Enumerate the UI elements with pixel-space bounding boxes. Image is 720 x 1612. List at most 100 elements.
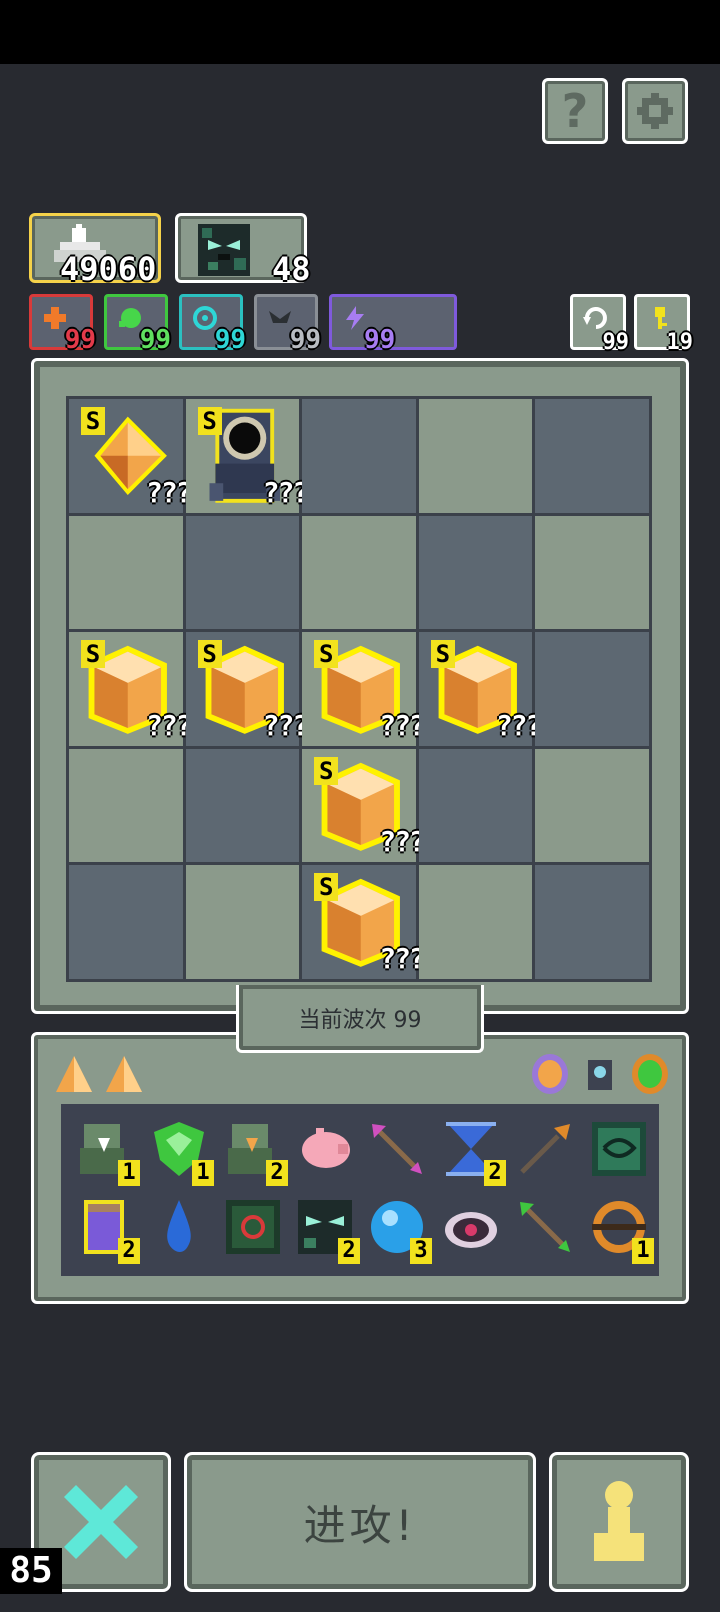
board-cell[interactable] bbox=[535, 865, 649, 979]
spider-icon[interactable] bbox=[578, 1052, 622, 1096]
board-cell[interactable] bbox=[69, 748, 183, 863]
coin-counter: 49060 bbox=[29, 213, 161, 288]
rank-badge: S bbox=[81, 640, 105, 669]
water-drop-icon bbox=[167, 1200, 191, 1252]
pawn-icon bbox=[594, 1481, 644, 1561]
stat-attack[interactable]: 99 bbox=[29, 294, 96, 355]
board-cell[interactable]: S ??? bbox=[302, 865, 426, 979]
profile-button[interactable] bbox=[549, 1452, 689, 1592]
inventory-item[interactable] bbox=[588, 1118, 650, 1180]
inventory-item[interactable] bbox=[366, 1118, 428, 1180]
unknown-label: ??? bbox=[495, 708, 543, 742]
monster-value: 48 bbox=[272, 250, 311, 288]
board-cell[interactable] bbox=[69, 515, 183, 630]
stat-spiral[interactable]: 99 bbox=[179, 294, 246, 355]
spear-icon bbox=[520, 1124, 570, 1174]
stat-wings-value: 99 bbox=[289, 325, 321, 355]
crystal-shard-icon[interactable] bbox=[104, 1054, 144, 1094]
inventory-item[interactable] bbox=[222, 1196, 284, 1258]
item-count: 2 bbox=[484, 1160, 506, 1186]
rank-badge: S bbox=[314, 756, 339, 785]
unknown-label: ??? bbox=[379, 708, 426, 742]
item-count: 1 bbox=[118, 1160, 140, 1186]
unknown-label: ??? bbox=[379, 825, 426, 859]
board-cell[interactable] bbox=[535, 632, 649, 746]
settings-button[interactable] bbox=[622, 78, 688, 144]
monster-counter[interactable]: 48 bbox=[175, 213, 311, 288]
unknown-label: ??? bbox=[262, 475, 310, 509]
inventory-item[interactable] bbox=[294, 1118, 356, 1180]
inventory-item[interactable] bbox=[440, 1196, 502, 1258]
board-cell[interactable] bbox=[185, 515, 300, 630]
rune-tome-icon bbox=[226, 1200, 280, 1254]
stat-wings[interactable]: 99 bbox=[254, 294, 321, 355]
board-cell[interactable] bbox=[185, 865, 300, 979]
board-cell[interactable]: S ??? bbox=[418, 632, 542, 746]
rank-badge: S bbox=[430, 640, 455, 669]
crystal-shard-icon[interactable] bbox=[54, 1054, 94, 1094]
board-cell[interactable] bbox=[418, 399, 533, 513]
board-cell[interactable] bbox=[69, 865, 183, 979]
inventory-item[interactable] bbox=[148, 1196, 210, 1258]
inventory-item[interactable]: 2 bbox=[222, 1118, 288, 1186]
inventory-item[interactable]: 2 bbox=[440, 1118, 506, 1186]
inventory-item[interactable]: 1 bbox=[148, 1118, 214, 1186]
status-bar bbox=[0, 0, 720, 64]
inventory-item[interactable]: 3 bbox=[366, 1196, 432, 1264]
arrow-icon bbox=[372, 1124, 422, 1174]
inventory-item[interactable] bbox=[514, 1196, 576, 1258]
item-count: 1 bbox=[632, 1238, 654, 1264]
board-cell[interactable] bbox=[418, 748, 533, 863]
stat-lightning[interactable]: 99 bbox=[329, 294, 457, 355]
stat-attack-value: 99 bbox=[64, 325, 96, 355]
board-cell[interactable] bbox=[185, 748, 300, 863]
board-cell[interactable]: S ??? bbox=[302, 632, 426, 746]
board-cell[interactable] bbox=[535, 515, 649, 630]
inventory-item[interactable]: 1 bbox=[74, 1118, 140, 1186]
refresh-icon bbox=[583, 307, 607, 329]
rank-badge: S bbox=[197, 407, 222, 435]
help-button[interactable]: ? bbox=[542, 78, 608, 144]
board-cell[interactable] bbox=[535, 399, 649, 513]
item-count: 3 bbox=[410, 1238, 432, 1264]
refresh-counter[interactable]: 99 bbox=[570, 294, 629, 355]
inventory-item[interactable]: 1 bbox=[588, 1196, 654, 1264]
inventory-item[interactable]: 2 bbox=[294, 1196, 360, 1264]
board-cell[interactable]: S ??? bbox=[185, 399, 309, 513]
board-cell[interactable] bbox=[418, 515, 533, 630]
help-icon: ? bbox=[561, 84, 589, 138]
green-arrow-icon bbox=[520, 1202, 570, 1252]
board-cell[interactable] bbox=[418, 865, 533, 979]
stat-poison-value: 99 bbox=[139, 325, 171, 355]
board-cell[interactable]: S ??? bbox=[185, 632, 309, 746]
stat-poison[interactable]: 99 bbox=[104, 294, 171, 355]
item-count: 1 bbox=[192, 1160, 214, 1186]
inventory-item[interactable]: 2 bbox=[74, 1196, 140, 1264]
piggy-bank-icon bbox=[302, 1128, 350, 1168]
green-egg-icon[interactable] bbox=[628, 1052, 672, 1096]
key-counter[interactable]: 19 bbox=[634, 294, 693, 355]
refresh-value: 99 bbox=[602, 330, 630, 355]
attack-label: 进攻! bbox=[303, 1500, 417, 1550]
board-cell[interactable] bbox=[535, 748, 649, 863]
unknown-label: ??? bbox=[146, 708, 193, 742]
rank-badge: S bbox=[81, 407, 105, 435]
attack-button[interactable]: 进攻! bbox=[184, 1452, 536, 1592]
inventory-item[interactable] bbox=[514, 1118, 576, 1180]
close-icon bbox=[64, 1485, 138, 1559]
item-count: 2 bbox=[266, 1160, 288, 1186]
unknown-label: ??? bbox=[146, 475, 193, 509]
board-cell[interactable]: S ??? bbox=[69, 399, 193, 513]
green-tome-icon bbox=[592, 1122, 646, 1176]
rank-badge: S bbox=[314, 873, 339, 902]
gear-icon bbox=[637, 93, 673, 129]
item-count: 2 bbox=[338, 1238, 360, 1264]
board-cell[interactable] bbox=[302, 515, 416, 630]
rank-badge: S bbox=[314, 640, 339, 669]
board-cell[interactable]: S ??? bbox=[302, 748, 426, 863]
orange-egg-icon[interactable] bbox=[528, 1052, 572, 1096]
board-cell[interactable]: S ??? bbox=[69, 632, 193, 746]
stat-lightning-value: 99 bbox=[364, 325, 396, 355]
rank-badge: S bbox=[197, 640, 222, 669]
board-cell[interactable] bbox=[302, 399, 416, 513]
